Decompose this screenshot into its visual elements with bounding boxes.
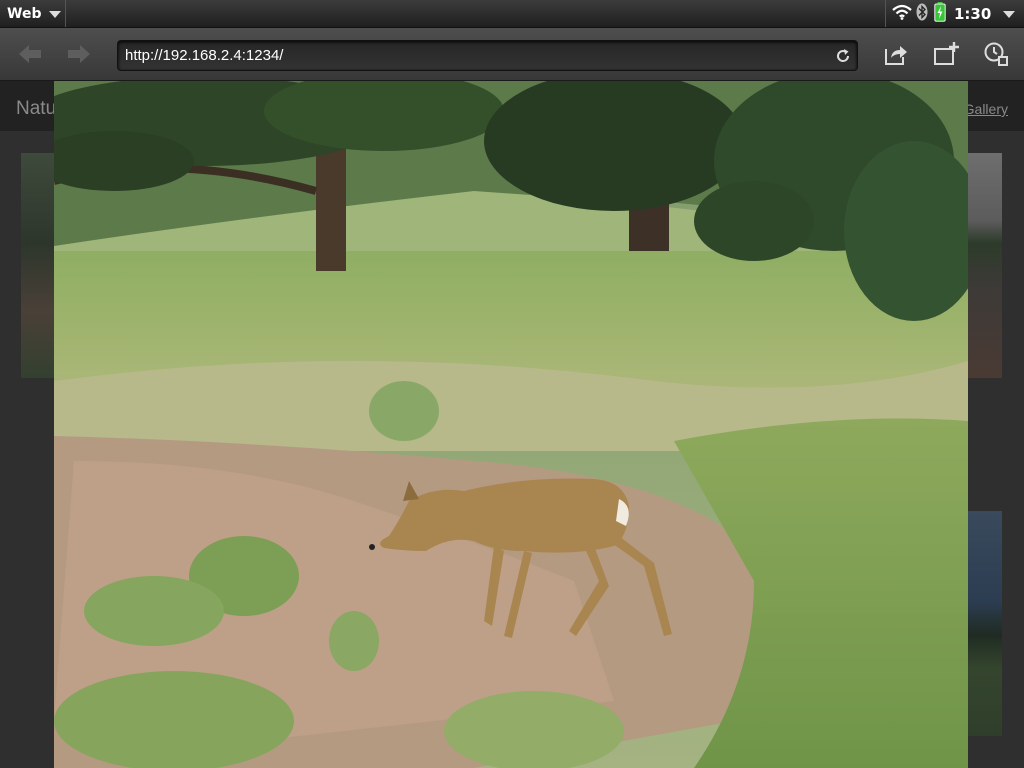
clock: 1:30 [954, 4, 992, 23]
chevron-down-icon [1003, 11, 1016, 18]
browser-toolbar: http://192.168.2.4:1234/ [0, 28, 1024, 81]
new-card-icon[interactable] [932, 40, 960, 68]
battery-charging-icon [934, 1, 946, 26]
reload-icon[interactable] [835, 48, 851, 64]
chevron-down-icon [49, 11, 62, 18]
system-menu[interactable]: 1:30 [885, 0, 1024, 27]
gallery-link[interactable]: Gallery [964, 101, 1008, 117]
thumbnail-right-bottom[interactable] [968, 511, 1002, 736]
app-menu[interactable]: Web [0, 0, 66, 27]
page-title: Natu [16, 98, 57, 119]
forward-arrow-icon[interactable] [66, 42, 92, 66]
share-icon[interactable] [882, 40, 910, 68]
history-icon[interactable] [982, 40, 1010, 68]
back-arrow-icon[interactable] [17, 42, 43, 66]
url-text: http://192.168.2.4:1234/ [125, 47, 284, 64]
url-field[interactable]: http://192.168.2.4:1234/ [117, 40, 858, 71]
bluetooth-icon [916, 3, 928, 25]
status-bar: Web 1:30 [0, 0, 1024, 28]
thumbnail-left-top[interactable] [21, 153, 55, 378]
thumbnail-right-top[interactable] [968, 153, 1002, 378]
wifi-icon [892, 4, 912, 24]
deer-in-meadow-photo[interactable] [54, 81, 968, 768]
app-menu-label: Web [7, 5, 42, 22]
